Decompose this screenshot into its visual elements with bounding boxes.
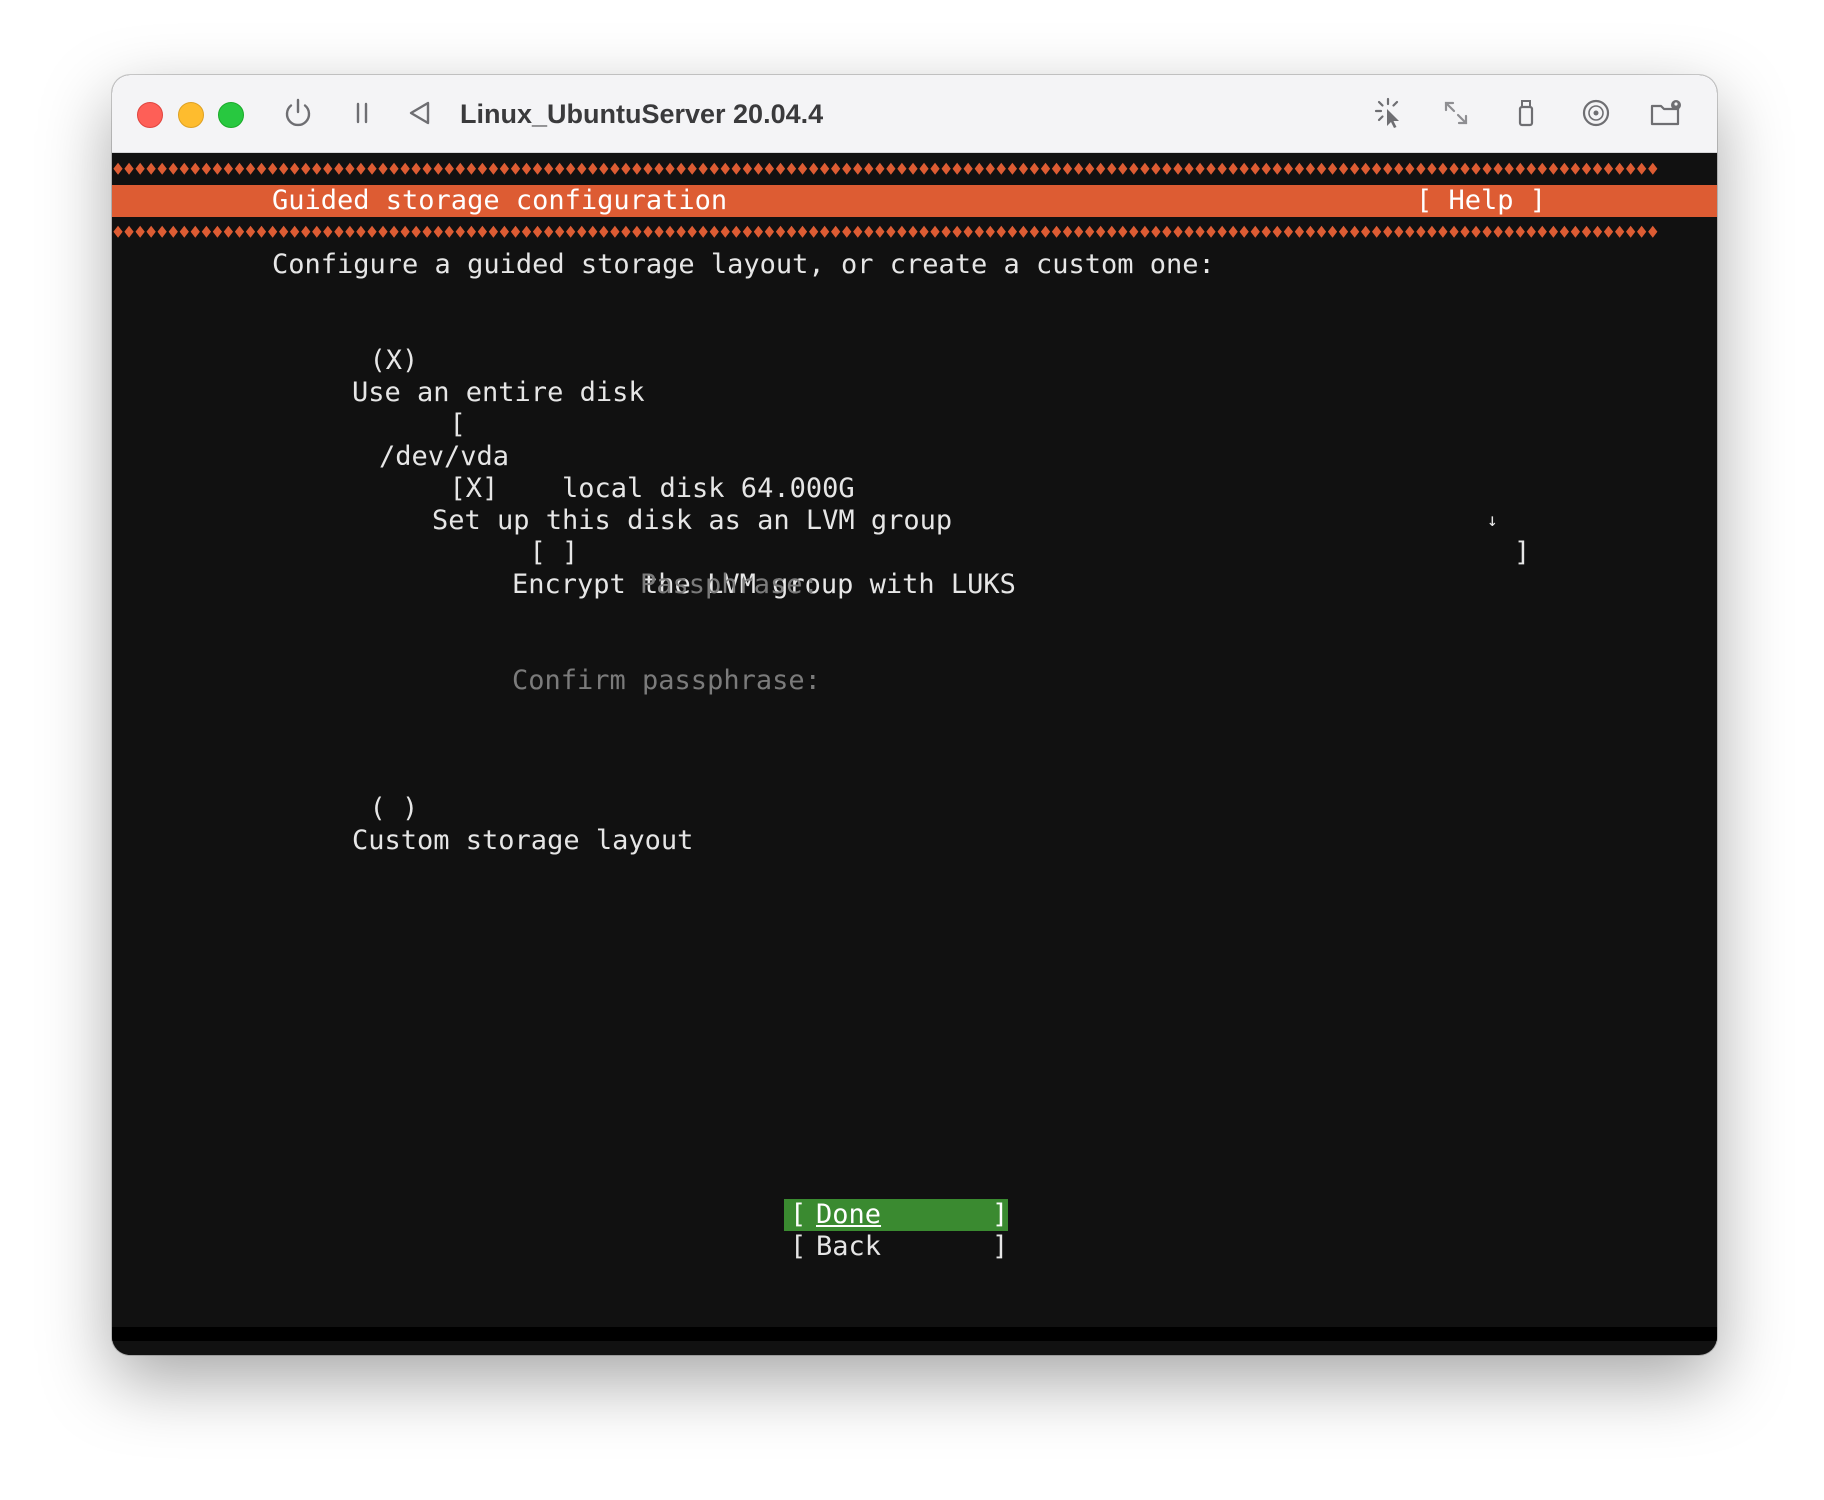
close-window-button[interactable]: [137, 102, 163, 128]
select-bracket-close: ]: [1514, 537, 1531, 568]
dropdown-arrow-icon: ↓: [1487, 510, 1498, 531]
help-button[interactable]: [ Help ]: [1416, 185, 1546, 217]
button-bracket-open: [: [790, 1231, 807, 1262]
select-bracket-open: [: [449, 409, 466, 440]
button-label: Back: [816, 1231, 882, 1262]
disk-description: local disk 64.000G: [562, 473, 855, 504]
shared-folder-icon[interactable]: [1648, 95, 1684, 131]
disc-icon[interactable]: [1578, 95, 1614, 131]
luks-checkbox[interactable]: [ ] Encrypt the LVM group with LUKS: [432, 505, 1016, 633]
button-bracket-open: [: [790, 1199, 807, 1230]
back-button[interactable]: [ Back ]: [784, 1231, 1008, 1263]
window-titlebar: Linux_UbuntuServer 20.04.4: [112, 75, 1717, 153]
radio-marker: ( ): [369, 793, 419, 824]
button-bracket-close: ]: [992, 1231, 1009, 1262]
usb-icon[interactable]: [1508, 95, 1544, 131]
zoom-window-button[interactable]: [218, 102, 244, 128]
radio-custom-layout[interactable]: ( ) Custom storage layout: [272, 761, 693, 889]
cursor-capture-icon[interactable]: [1370, 95, 1406, 131]
checkbox-marker: [ ]: [529, 537, 579, 568]
minimize-window-button[interactable]: [178, 102, 204, 128]
back-triangle-icon[interactable]: [402, 95, 438, 131]
page-title: Guided storage configuration: [272, 185, 728, 216]
done-button[interactable]: [ Done ]: [784, 1199, 1008, 1231]
power-icon[interactable]: [280, 95, 316, 131]
button-label: Done: [816, 1199, 882, 1230]
radio-marker: (X): [369, 345, 419, 376]
checkbox-marker: [X]: [449, 473, 499, 504]
resize-arrows-icon[interactable]: [1438, 95, 1474, 131]
installer-header: Guided storage configuration [ Help ]: [112, 185, 1717, 217]
window-title: Linux_UbuntuServer 20.04.4: [460, 99, 824, 129]
vm-window: Linux_UbuntuServer 20.04.4 ♦♦♦♦♦♦♦♦♦♦♦♦♦…: [112, 75, 1717, 1355]
confirm-passphrase-label: Confirm passphrase:: [512, 665, 821, 696]
terminal-screen: ♦♦♦♦♦♦♦♦♦♦♦♦♦♦♦♦♦♦♦♦♦♦♦♦♦♦♦♦♦♦♦♦♦♦♦♦♦♦♦♦…: [112, 153, 1717, 1341]
pause-icon[interactable]: [344, 95, 380, 131]
header-decoration-bottom: ♦♦♦♦♦♦♦♦♦♦♦♦♦♦♦♦♦♦♦♦♦♦♦♦♦♦♦♦♦♦♦♦♦♦♦♦♦♦♦♦…: [112, 221, 1659, 243]
prompt-text: Configure a guided storage layout, or cr…: [272, 249, 1215, 280]
header-decoration-top: ♦♦♦♦♦♦♦♦♦♦♦♦♦♦♦♦♦♦♦♦♦♦♦♦♦♦♦♦♦♦♦♦♦♦♦♦♦♦♦♦…: [112, 158, 1659, 180]
screen-bottom-edge: [112, 1327, 1717, 1341]
radio-label: Custom storage layout: [352, 825, 694, 856]
passphrase-label: Passphrase:: [640, 569, 819, 600]
button-bracket-close: ]: [992, 1199, 1009, 1230]
